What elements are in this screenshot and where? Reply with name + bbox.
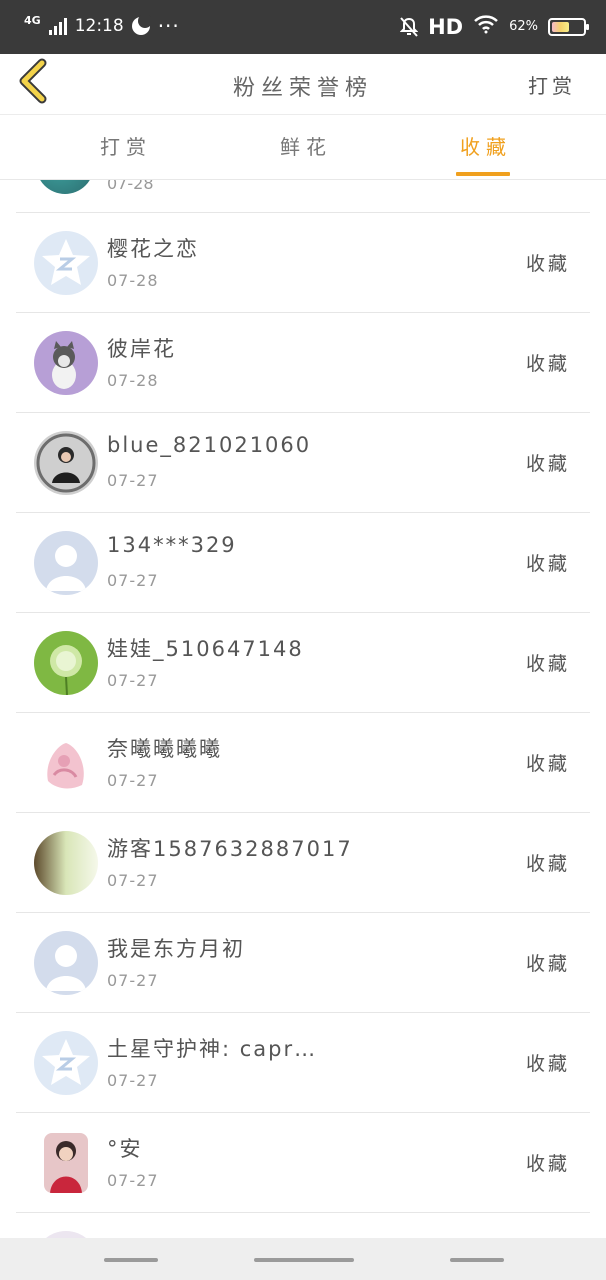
- list-item[interactable]: 樱花之恋 07-28 收藏: [16, 213, 590, 313]
- action-label: 收藏: [525, 753, 570, 775]
- bell-off-icon: [400, 16, 419, 37]
- item-date: 07-27: [107, 571, 159, 590]
- action-label: 收藏: [525, 1153, 570, 1175]
- battery-icon: [548, 17, 589, 36]
- avatar: [36, 180, 94, 194]
- more-notifications-icon: ···: [157, 14, 180, 38]
- avatar: [34, 831, 98, 895]
- list-item[interactable]: 我是东方月初 07-27 收藏: [16, 913, 590, 1013]
- item-date: 07-28: [107, 371, 159, 390]
- user-name: 游客1587632887017: [107, 837, 353, 861]
- page-title: 粉丝荣誉榜: [232, 76, 373, 101]
- list-item[interactable]: °安 07-27 收藏: [16, 1113, 590, 1213]
- item-date: 07-27: [107, 1171, 159, 1190]
- status-bar: 4G 12:18 ··· HD 62%: [0, 0, 606, 54]
- item-date: 07-27: [107, 971, 159, 990]
- list-item[interactable]: 土星守护神: capr… 07-27 收藏: [16, 1013, 590, 1113]
- status-left: 4G 12:18 ···: [24, 13, 180, 39]
- user-name: 樱花之恋: [107, 237, 199, 261]
- tab-favorites[interactable]: 收藏: [460, 131, 512, 160]
- action-label: 收藏: [525, 653, 570, 675]
- action-label: 收藏: [525, 853, 570, 875]
- avatar: [34, 1031, 98, 1095]
- avatar: [34, 231, 98, 295]
- item-date: 07-27: [107, 471, 159, 490]
- item-date: 07-28: [107, 271, 159, 290]
- network-type: 4G: [24, 13, 41, 27]
- list-item[interactable]: 彼岸花 07-28 收藏: [16, 313, 590, 413]
- nav-menu-button[interactable]: [104, 1258, 158, 1262]
- wifi-icon: [473, 14, 499, 39]
- list-item[interactable]: 奈曦曦曦曦 07-27 收藏: [16, 713, 590, 813]
- tab-flowers[interactable]: 鲜花: [280, 131, 332, 160]
- list-item[interactable]: 134***329 07-27 收藏: [16, 513, 590, 613]
- tip-button[interactable]: 打赏: [528, 70, 576, 99]
- hd-indicator: HD: [428, 14, 464, 39]
- item-date: 07-28: [107, 180, 154, 193]
- action-label: 收藏: [525, 953, 570, 975]
- user-name: 娃娃_510647148: [107, 637, 304, 661]
- nav-home-button[interactable]: [254, 1258, 354, 1262]
- clock: 12:18: [74, 16, 124, 36]
- system-nav-bar: [0, 1238, 606, 1280]
- tab-tip[interactable]: 打赏: [100, 131, 152, 160]
- tab-bar: 打赏 鲜花 收藏: [0, 115, 606, 180]
- item-date: 07-27: [107, 671, 159, 690]
- avatar: [34, 631, 98, 695]
- item-date: 07-27: [107, 871, 159, 890]
- user-name: blue_821021060: [107, 433, 312, 457]
- avatar: [34, 331, 98, 395]
- user-name: 134***329: [107, 533, 237, 557]
- action-label: 收藏: [525, 553, 570, 575]
- battery-percent: 62%: [509, 19, 538, 34]
- avatar: [34, 731, 98, 795]
- app-header: 粉丝荣誉榜 打赏: [0, 54, 606, 115]
- item-date: 07-27: [107, 1071, 159, 1090]
- avatar: [34, 531, 98, 595]
- avatar: [34, 931, 98, 995]
- user-name: 土星守护神: capr…: [107, 1037, 318, 1061]
- action-label: 收藏: [525, 253, 570, 275]
- user-name: °安: [107, 1137, 143, 1161]
- user-name: 我是东方月初: [107, 937, 245, 961]
- avatar: [34, 431, 98, 495]
- item-date: 07-27: [107, 771, 159, 790]
- nav-back-button[interactable]: [450, 1258, 504, 1262]
- action-label: 收藏: [525, 1053, 570, 1075]
- moon-icon: [131, 14, 152, 35]
- fan-list[interactable]: 07-28 樱花之恋 07-28 收藏 彼岸花 07-28 收藏 blue_82…: [0, 180, 606, 1238]
- signal-icon: [48, 17, 67, 35]
- list-item[interactable]: [16, 1213, 590, 1238]
- action-label: 收藏: [525, 453, 570, 475]
- list-item[interactable]: 游客1587632887017 07-27 收藏: [16, 813, 590, 913]
- user-name: 彼岸花: [107, 337, 176, 361]
- status-right: HD 62%: [400, 14, 589, 39]
- list-item[interactable]: 07-28: [16, 180, 590, 213]
- action-label: 收藏: [525, 353, 570, 375]
- active-tab-indicator: [456, 172, 510, 176]
- list-item[interactable]: 娃娃_510647148 07-27 收藏: [16, 613, 590, 713]
- avatar: [34, 1231, 98, 1238]
- user-name: 奈曦曦曦曦: [107, 737, 222, 761]
- avatar: [44, 1133, 88, 1193]
- list-item[interactable]: blue_821021060 07-27 收藏: [16, 413, 590, 513]
